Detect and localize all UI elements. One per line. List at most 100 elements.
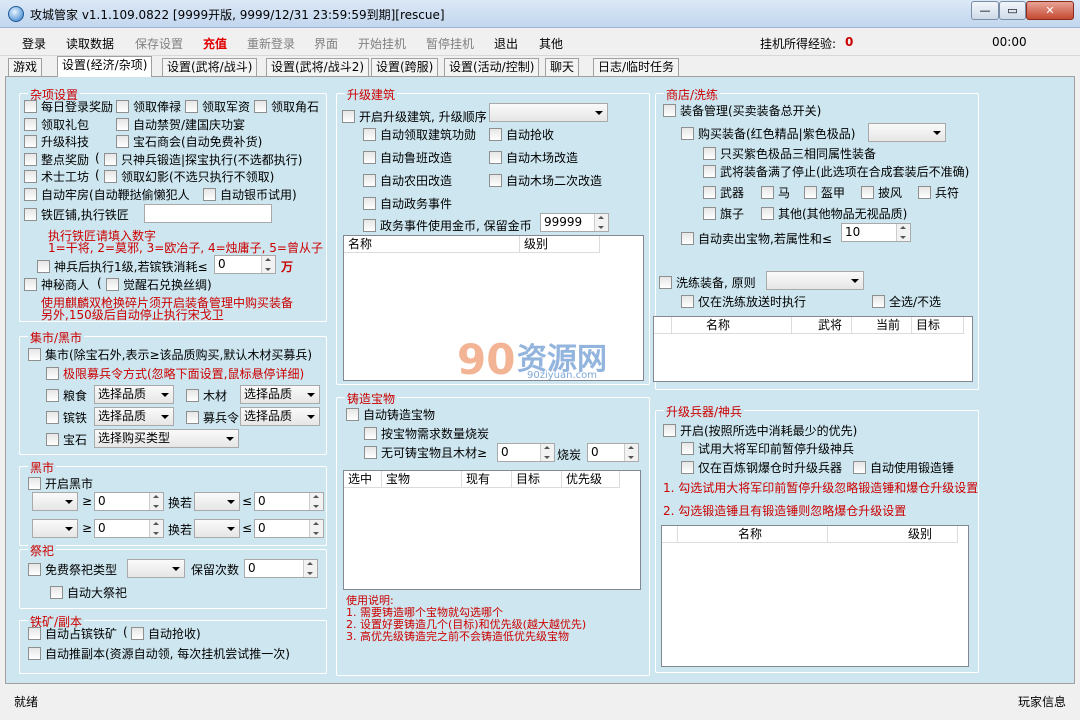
tab-activity-control[interactable]: 设置(活动/控制) — [444, 58, 540, 76]
silver-checkbox[interactable] — [203, 188, 216, 201]
building-col-level[interactable]: 级别 — [520, 236, 600, 253]
purple-only-checkbox[interactable] — [703, 147, 716, 160]
black-max-spinner-2[interactable]: 0 — [254, 519, 324, 538]
sell-threshold-spinner[interactable]: 10 — [841, 223, 911, 242]
black-target-dropdown-2[interactable] — [194, 519, 240, 538]
tab-general-battle[interactable]: 设置(武将/战斗) — [162, 58, 258, 76]
hourly-checkbox[interactable] — [24, 153, 37, 166]
salary-checkbox[interactable] — [116, 100, 129, 113]
keep-count-spinner[interactable]: 0 — [244, 559, 318, 578]
armor-checkbox[interactable] — [804, 186, 817, 199]
keep-gold-spinner[interactable]: 99999 — [540, 213, 609, 232]
menu-other[interactable]: 其他 — [539, 35, 563, 52]
affairs-gold-checkbox[interactable] — [363, 219, 376, 232]
wash-col-blank[interactable] — [654, 317, 672, 334]
menu-save-settings[interactable]: 保存设置 — [135, 35, 183, 52]
auto-sell-checkbox[interactable] — [681, 232, 694, 245]
free-sacrifice-checkbox[interactable] — [28, 563, 41, 576]
gift-checkbox[interactable] — [24, 118, 37, 131]
cloak-checkbox[interactable] — [861, 186, 874, 199]
wash-col-current[interactable]: 当前 — [852, 317, 912, 334]
spin-buttons[interactable] — [540, 444, 554, 461]
treasure-col-priority[interactable]: 优先级 — [562, 471, 620, 488]
wash-free-only-checkbox[interactable] — [681, 295, 694, 308]
grab-checkbox[interactable] — [131, 627, 144, 640]
menu-login[interactable]: 登录 — [22, 35, 46, 52]
black-min-spinner-2[interactable]: 0 — [94, 519, 164, 538]
food-quality-dropdown[interactable]: 选择品质 — [94, 385, 174, 404]
tab-game[interactable]: 游戏 — [8, 58, 43, 76]
buy-equip-checkbox[interactable] — [681, 127, 694, 140]
extreme-checkbox[interactable] — [46, 367, 59, 380]
only-overflow-checkbox[interactable] — [681, 461, 694, 474]
sacrifice-type-dropdown[interactable] — [127, 559, 185, 578]
wood-checkbox[interactable] — [186, 389, 199, 402]
equip-manage-checkbox[interactable] — [663, 104, 676, 117]
tab-cross-server[interactable]: 设置(跨服) — [371, 58, 439, 76]
spin-buttons[interactable] — [149, 493, 163, 510]
jail-checkbox[interactable] — [24, 188, 37, 201]
build-grab-checkbox[interactable] — [489, 128, 502, 141]
treasure-col-target[interactable]: 目标 — [512, 471, 562, 488]
other-checkbox[interactable] — [761, 207, 774, 220]
black-market-checkbox[interactable] — [28, 477, 41, 490]
stop-full-checkbox[interactable] — [703, 165, 716, 178]
auto-forge-checkbox[interactable] — [346, 408, 359, 421]
food-checkbox[interactable] — [46, 389, 59, 402]
affairs-checkbox[interactable] — [363, 197, 376, 210]
menu-exit[interactable]: 退出 — [494, 35, 518, 52]
awaken-checkbox[interactable] — [106, 278, 119, 291]
warlock-checkbox[interactable] — [24, 170, 37, 183]
spin-buttons[interactable] — [594, 214, 608, 231]
lumber-checkbox[interactable] — [489, 151, 502, 164]
luban-checkbox[interactable] — [363, 151, 376, 164]
trial-seal-checkbox[interactable] — [681, 442, 694, 455]
spin-buttons[interactable] — [896, 224, 910, 241]
menu-pause-hang[interactable]: 暂停挂机 — [426, 35, 474, 52]
weapon-upgrade-checkbox[interactable] — [663, 424, 676, 437]
weapon-checkbox[interactable] — [703, 186, 716, 199]
treasure-col-selected[interactable]: 选中 — [344, 471, 382, 488]
build-order-dropdown[interactable] — [489, 103, 608, 122]
spin-buttons[interactable] — [261, 256, 275, 273]
treasure-col-name[interactable]: 宝物 — [382, 471, 462, 488]
big-sacrifice-checkbox[interactable] — [50, 586, 63, 599]
gem-type-dropdown[interactable]: 选择购买类型 — [94, 429, 239, 448]
menu-relogin[interactable]: 重新登录 — [247, 35, 295, 52]
weapon-col-blank[interactable] — [662, 526, 678, 543]
spin-buttons[interactable] — [149, 520, 163, 537]
mystery-checkbox[interactable] — [24, 278, 37, 291]
iron-quality-dropdown[interactable]: 选择品质 — [94, 407, 174, 426]
farm-checkbox[interactable] — [363, 174, 376, 187]
black-target-dropdown-1[interactable] — [194, 492, 240, 511]
no-forge-checkbox[interactable] — [364, 446, 377, 459]
market-checkbox[interactable] — [28, 348, 41, 361]
divine-checkbox[interactable] — [37, 260, 50, 273]
build-upgrade-checkbox[interactable] — [342, 110, 355, 123]
treasure-list[interactable]: 选中 宝物 现有 目标 优先级 — [343, 470, 641, 590]
burn-spinner[interactable]: 0 — [587, 443, 639, 462]
building-col-name[interactable]: 名称 — [344, 236, 520, 253]
wood-threshold-spinner[interactable]: 0 — [497, 443, 555, 462]
tab-general-battle-2[interactable]: 设置(武将/战斗2) — [266, 58, 370, 76]
wash-rule-dropdown[interactable] — [766, 271, 864, 290]
recruit-quality-dropdown[interactable]: 选择品质 — [240, 407, 320, 426]
tab-log-tasks[interactable]: 日志/临时任务 — [593, 58, 680, 76]
wash-list[interactable]: 名称 武将 当前 目标 — [653, 316, 973, 382]
weapon-col-name[interactable]: 名称 — [678, 526, 828, 543]
menu-read-data[interactable]: 读取数据 — [66, 35, 114, 52]
illusion-checkbox[interactable] — [104, 170, 117, 183]
menu-interface[interactable]: 界面 — [314, 35, 338, 52]
flag-checkbox[interactable] — [703, 207, 716, 220]
ban-checkbox[interactable] — [116, 118, 129, 131]
smithy-checkbox[interactable] — [24, 208, 37, 221]
menu-start-hang[interactable]: 开始挂机 — [358, 35, 406, 52]
wash-col-target[interactable]: 目标 — [912, 317, 964, 334]
black-min-spinner-1[interactable]: 0 — [94, 492, 164, 511]
talisman-checkbox[interactable] — [918, 186, 931, 199]
menu-recharge[interactable]: 充值 — [203, 35, 227, 52]
minimize-button[interactable]: — — [971, 1, 999, 20]
horn-checkbox[interactable] — [254, 100, 267, 113]
hammer-checkbox[interactable] — [853, 461, 866, 474]
wash-col-general[interactable]: 武将 — [792, 317, 852, 334]
